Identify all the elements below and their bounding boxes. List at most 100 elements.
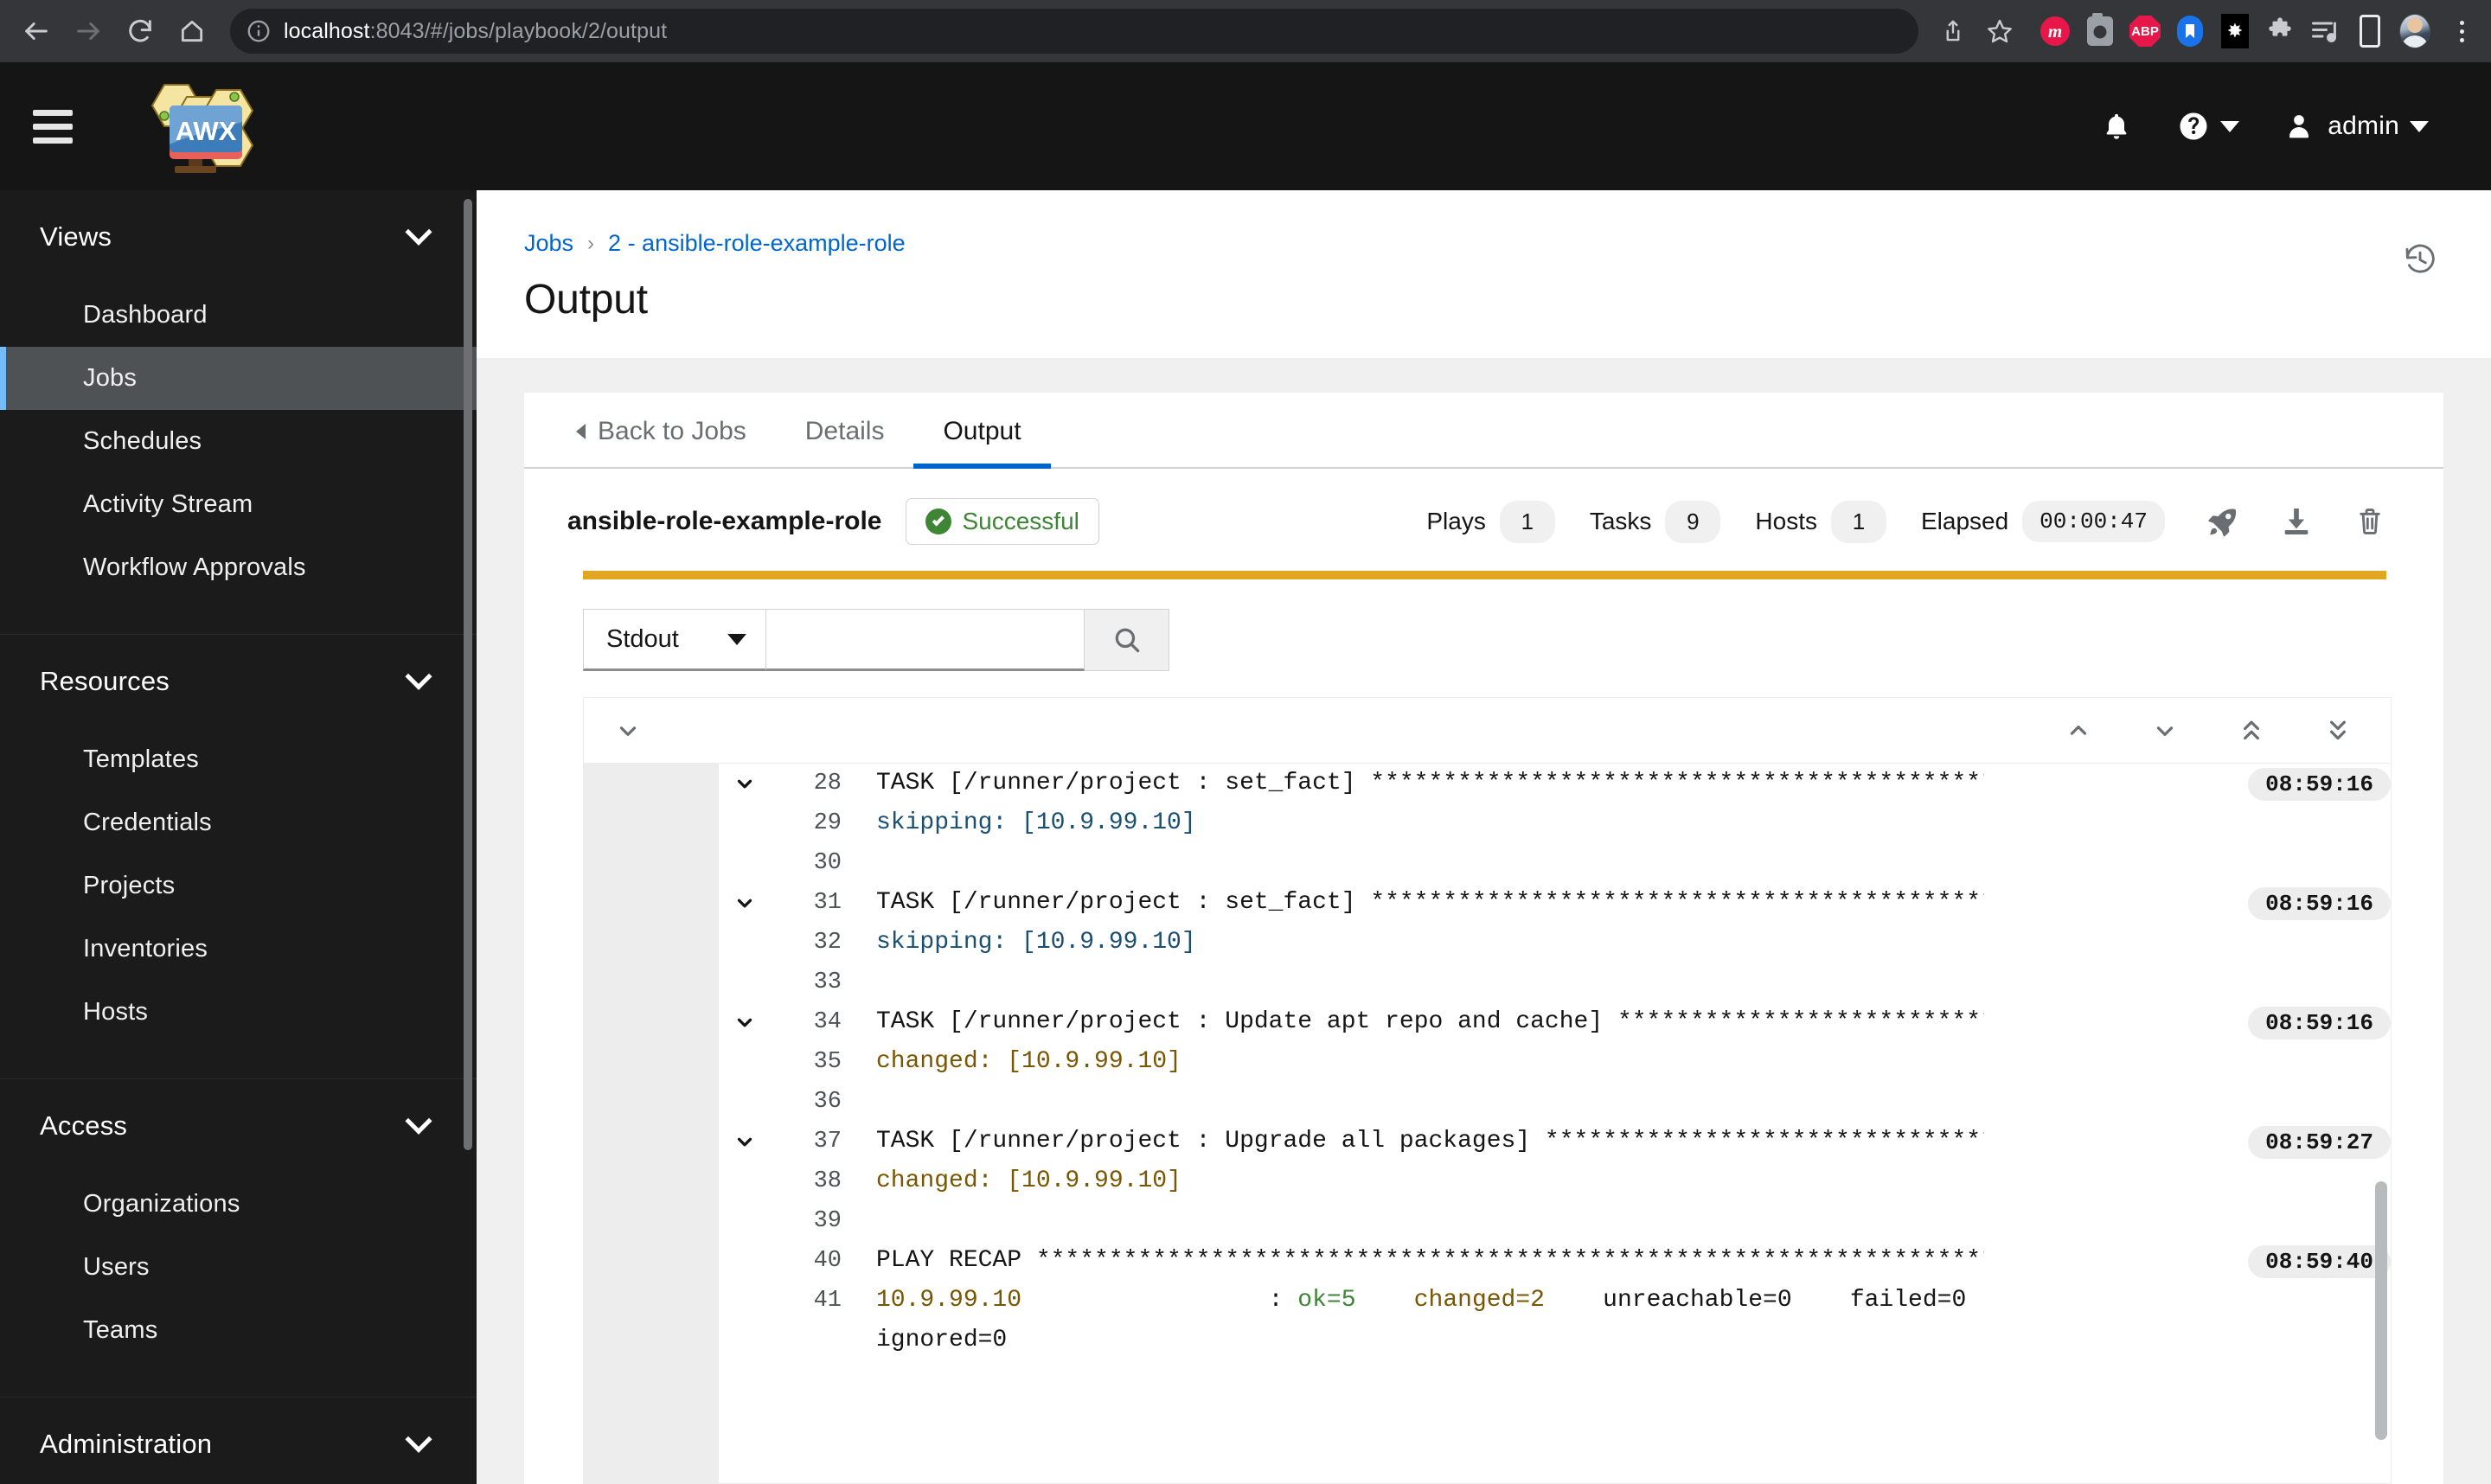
sidebar-item-label: Workflow Approvals: [83, 553, 306, 581]
stat-plays: Plays 1: [1426, 500, 1555, 543]
line-toggle-placeholder: [719, 1241, 771, 1281]
download-icon[interactable]: [2279, 504, 2314, 539]
console-line: ignored=0: [719, 1321, 2391, 1360]
app-header: AWX admin: [0, 62, 2491, 190]
profile-avatar[interactable]: [2399, 14, 2430, 48]
tab-details[interactable]: Details: [776, 393, 914, 467]
line-timestamp: 08:59:16: [2248, 768, 2391, 801]
line-number: 37: [813, 1129, 842, 1155]
search-input[interactable]: [766, 609, 1085, 671]
line-number: 30: [813, 850, 842, 876]
sidebar-item-label: Teams: [83, 1316, 158, 1344]
reload-icon[interactable]: [116, 7, 164, 55]
bell-icon[interactable]: [2078, 85, 2155, 168]
sidebar-item-templates[interactable]: Templates: [0, 728, 477, 791]
status-label: Successful: [962, 508, 1079, 534]
line-toggle-placeholder: [719, 1201, 771, 1241]
nav-group-label: Views: [40, 221, 112, 252]
collapse-all-chevron-down-icon[interactable]: [615, 718, 641, 744]
console-line: 34 TASK [/runner/project : Update apt rep…: [719, 1002, 2391, 1042]
back-arrow-icon[interactable]: [12, 7, 61, 55]
stat-value: 1: [1830, 500, 1886, 543]
home-icon[interactable]: [168, 7, 216, 55]
line-toggle-placeholder: [719, 1042, 771, 1082]
console-line: 38 changed: [10.9.99.10]: [719, 1161, 2391, 1201]
sidebar-item-workflow-approvals[interactable]: Workflow Approvals: [0, 536, 477, 599]
sidebar-item-dashboard[interactable]: Dashboard: [0, 284, 477, 347]
scroll-first-double-chevron-up-icon[interactable]: [2238, 717, 2264, 745]
sidebar-item-schedules[interactable]: Schedules: [0, 410, 477, 473]
console-scrollbar[interactable]: [2375, 1180, 2387, 1441]
breadcrumb-job[interactable]: 2 - ansible-role-example-role: [608, 230, 906, 257]
sidebar-item-activity-stream[interactable]: Activity Stream: [0, 473, 477, 536]
search-button[interactable]: [1085, 609, 1169, 671]
megaphone-extension-icon[interactable]: m: [2040, 16, 2071, 47]
awx-logo[interactable]: AWX: [119, 78, 289, 175]
line-number: 31: [813, 890, 842, 916]
hamburger-menu-icon[interactable]: [26, 99, 80, 153]
nav-group-header-administration[interactable]: Administration: [0, 1398, 477, 1484]
tab-output[interactable]: Output: [913, 393, 1051, 469]
output-filter-row: Stdout: [524, 579, 2443, 697]
site-info-icon[interactable]: [246, 18, 272, 44]
chevron-down-icon: [405, 1107, 432, 1135]
awx-application: AWX admin Views Dashboard Jobs Schedules…: [0, 62, 2491, 1484]
line-collapse-chevron-down-icon[interactable]: [719, 764, 771, 803]
sidebar-item-teams[interactable]: Teams: [0, 1299, 477, 1362]
nav-group-views: Views Dashboard Jobs Schedules Activity …: [0, 190, 477, 635]
relaunch-rocket-icon[interactable]: [2205, 504, 2239, 539]
main-content: Jobs › 2 - ansible-role-example-role Out…: [477, 190, 2491, 1484]
line-collapse-chevron-down-icon[interactable]: [719, 1122, 771, 1161]
sidebar-scrollbar[interactable]: [464, 199, 472, 1150]
line-number: 33: [813, 969, 842, 995]
sidebar-item-users[interactable]: Users: [0, 1236, 477, 1299]
sidebar-item-jobs[interactable]: Jobs: [0, 347, 477, 410]
nav-group-header-access[interactable]: Access: [0, 1079, 477, 1173]
scroll-previous-chevron-up-icon[interactable]: [2065, 718, 2091, 744]
bookmark-manager-extension-icon[interactable]: [2174, 16, 2206, 47]
adblock-plus-extension-icon[interactable]: ABP: [2129, 16, 2161, 47]
sidebar-item-projects[interactable]: Projects: [0, 854, 477, 918]
kebab-menu-icon[interactable]: [2444, 14, 2479, 48]
line-number: 41: [813, 1288, 842, 1314]
nav-group-header-resources[interactable]: Resources: [0, 635, 477, 728]
scroll-last-double-chevron-down-icon[interactable]: [2325, 717, 2351, 745]
console-output[interactable]: 28 TASK [/runner/project : set_fact] ****…: [584, 764, 2391, 1483]
sidebar-item-hosts[interactable]: Hosts: [0, 981, 477, 1044]
star-icon[interactable]: [1979, 10, 2020, 52]
line-number: 32: [813, 930, 842, 956]
console-line: 32 skipping: [10.9.99.10]: [719, 923, 2391, 963]
delete-trash-icon[interactable]: [2353, 505, 2386, 538]
url-text: localhost:8043/#/jobs/playbook/2/output: [284, 19, 667, 44]
history-icon[interactable]: [2403, 242, 2437, 281]
line-collapse-chevron-down-icon[interactable]: [719, 1002, 771, 1042]
search-icon: [1111, 624, 1143, 656]
breadcrumb-jobs[interactable]: Jobs: [524, 230, 573, 257]
console-container: 28 TASK [/runner/project : set_fact] ****…: [583, 697, 2392, 1484]
line-text: changed: [10.9.99.10]: [876, 1167, 1181, 1194]
forward-arrow-icon[interactable]: [64, 7, 112, 55]
address-bar[interactable]: localhost:8043/#/jobs/playbook/2/output: [230, 9, 1918, 54]
sidebar-item-organizations[interactable]: Organizations: [0, 1173, 477, 1236]
puzzle-extensions-icon[interactable]: [2264, 16, 2296, 47]
nav-group-header-views[interactable]: Views: [0, 190, 477, 284]
help-menu[interactable]: [2155, 85, 2262, 168]
scroll-next-chevron-down-icon[interactable]: [2152, 718, 2178, 744]
camera-extension-icon[interactable]: [2084, 13, 2116, 47]
console-line: 37 TASK [/runner/project : Upgrade all pa…: [719, 1122, 2391, 1161]
share-icon[interactable]: [1932, 10, 1974, 52]
dark-reader-extension-icon[interactable]: ✸: [2219, 14, 2251, 48]
nav-group-administration: Administration: [0, 1398, 477, 1484]
sidebar-item-inventories[interactable]: Inventories: [0, 918, 477, 981]
stdout-select[interactable]: Stdout: [583, 609, 766, 671]
media-playlist-icon[interactable]: [2309, 16, 2341, 47]
tab-back-to-jobs[interactable]: Back to Jobs: [555, 393, 776, 467]
line-timestamp: 08:59:40: [2248, 1245, 2391, 1278]
stat-hosts: Hosts 1: [1755, 500, 1886, 543]
sidebar-item-credentials[interactable]: Credentials: [0, 791, 477, 854]
sidebar-item-label: Templates: [83, 745, 199, 773]
line-collapse-chevron-down-icon[interactable]: [719, 883, 771, 923]
user-menu[interactable]: admin: [2262, 85, 2451, 168]
device-toolbar-icon[interactable]: [2354, 15, 2385, 48]
line-text: TASK [/runner/project : Upgrade all pack…: [876, 1128, 1984, 1155]
